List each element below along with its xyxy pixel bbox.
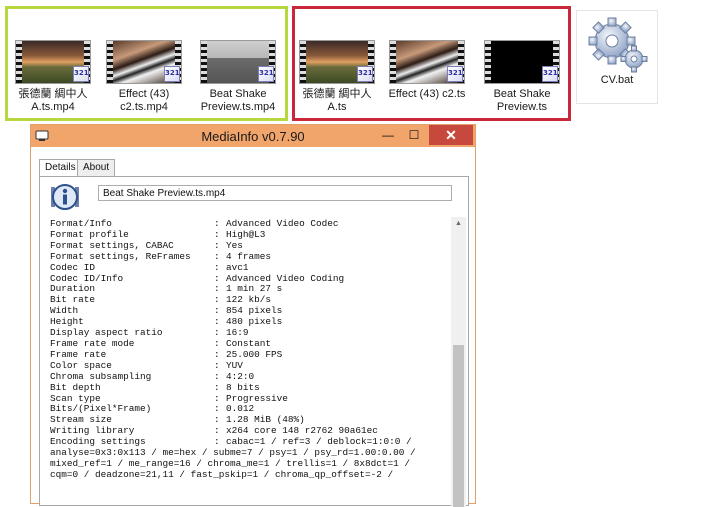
tab-details[interactable]: Details: [39, 159, 82, 177]
scroll-thumb[interactable]: [453, 345, 464, 507]
file-name: Effect (43) c2.ts.mp4: [118, 88, 170, 113]
report-separator: :: [214, 381, 226, 393]
video-thumbnail: 321: [15, 40, 91, 84]
video-thumbnail: 321: [299, 40, 375, 84]
media-player-badge-icon: 321: [258, 66, 274, 82]
media-player-badge-icon: 321: [542, 66, 558, 82]
file-item-bat[interactable]: CV.bat: [576, 10, 658, 104]
video-thumbnail: 321: [484, 40, 560, 84]
file-name: Beat Shake Preview.ts: [493, 88, 551, 113]
report-row: Codec ID: avc1: [50, 261, 442, 274]
report-key: Frame rate mode: [50, 338, 135, 349]
report-key: Chroma subsampling: [50, 371, 152, 382]
file-item[interactable]: 321 Effect (43) c2.ts: [386, 40, 468, 101]
report-key: Bit depth: [50, 382, 101, 393]
report-key: Stream size: [50, 415, 112, 426]
report-text: Format/Info: Advanced Video Codec Format …: [50, 218, 442, 481]
maximize-button[interactable]: ☐: [401, 125, 427, 145]
report-key: Width: [50, 306, 79, 317]
report-value: 8 bits: [226, 381, 260, 393]
report-key: Height: [50, 317, 84, 328]
title-bar[interactable]: MediaInfo v0.7.90 — ☐ ✕: [31, 125, 475, 147]
file-name-field[interactable]: Beat Shake Preview.ts.mp4: [98, 185, 452, 201]
report-value: avc1: [226, 261, 249, 273]
report-separator: :: [214, 250, 226, 262]
report-row: Chroma subsampling: 4:2:0: [50, 370, 442, 383]
report-key: Writing library: [50, 426, 135, 437]
media-player-badge-icon: 321: [164, 66, 180, 82]
report-key: Duration: [50, 284, 96, 295]
file-name: 張德蘭 綢中人 A.ts.mp4: [18, 88, 88, 113]
report-key: Color space: [50, 360, 112, 371]
file-item[interactable]: 321 張德蘭 綢中人 A.ts: [296, 40, 378, 114]
file-item[interactable]: 321 張德蘭 綢中人 A.ts.mp4: [12, 40, 94, 114]
report-row: Bit depth: 8 bits: [50, 381, 442, 394]
info-icon: [50, 183, 80, 211]
report-row: Frame rate: 25.000 FPS: [50, 349, 442, 361]
file-name: CV.bat: [600, 74, 634, 86]
report-row: Format profile: High@L3: [50, 229, 442, 241]
file-item[interactable]: 321 Beat Shake Preview.ts.mp4: [197, 40, 279, 114]
report-separator: :: [214, 261, 226, 273]
file-name: Effect (43) c2.ts: [388, 88, 466, 100]
report-value: 4:2:0: [226, 370, 255, 382]
report-value: 4 frames: [226, 250, 272, 262]
file-item[interactable]: 321 Effect (43) c2.ts.mp4: [103, 40, 185, 114]
report-key: Format settings, CABAC: [50, 240, 174, 251]
report-key: Scan type: [50, 393, 101, 404]
report-key: Format/Info: [50, 219, 112, 229]
media-player-badge-icon: 321: [73, 66, 89, 82]
report-key: Codec ID: [50, 262, 96, 273]
file-name: 張德蘭 綢中人 A.ts: [302, 88, 372, 113]
report-key: Codec ID/Info: [50, 273, 124, 284]
file-item[interactable]: 321 Beat Shake Preview.ts: [481, 40, 563, 114]
details-panel: Beat Shake Preview.ts.mp4 Format/Info: A…: [39, 176, 469, 507]
vertical-scrollbar[interactable]: ▲: [451, 217, 466, 507]
report-key: Frame rate: [50, 349, 107, 360]
report-row: Format settings, ReFrames: 4 frames: [50, 250, 442, 263]
report-key: Format profile: [50, 229, 129, 240]
mediainfo-window: MediaInfo v0.7.90 — ☐ ✕ Details About Be…: [30, 124, 476, 507]
report-key: Bits/(Pixel*Frame): [50, 404, 152, 415]
report-separator: :: [214, 370, 226, 382]
report-key: Bit rate: [50, 295, 96, 306]
media-player-badge-icon: 321: [357, 66, 373, 82]
report-continuation-line: cqm=0 / deadzone=21,11 / fast_pskip=1 / …: [50, 468, 394, 480]
video-thumbnail: 321: [389, 40, 465, 84]
report-key: Format settings, ReFrames: [50, 251, 191, 262]
file-name: Beat Shake Preview.ts.mp4: [200, 88, 276, 113]
report-key: Display aspect ratio: [50, 328, 163, 339]
gear-icon: [586, 17, 648, 75]
video-thumbnail: 321: [200, 40, 276, 84]
close-button[interactable]: ✕: [429, 125, 473, 145]
tab-about[interactable]: About: [77, 159, 116, 176]
media-player-badge-icon: 321: [447, 66, 463, 82]
scroll-up-icon[interactable]: ▲: [451, 217, 466, 231]
minimize-button[interactable]: —: [375, 125, 401, 145]
video-thumbnail: 321: [106, 40, 182, 84]
